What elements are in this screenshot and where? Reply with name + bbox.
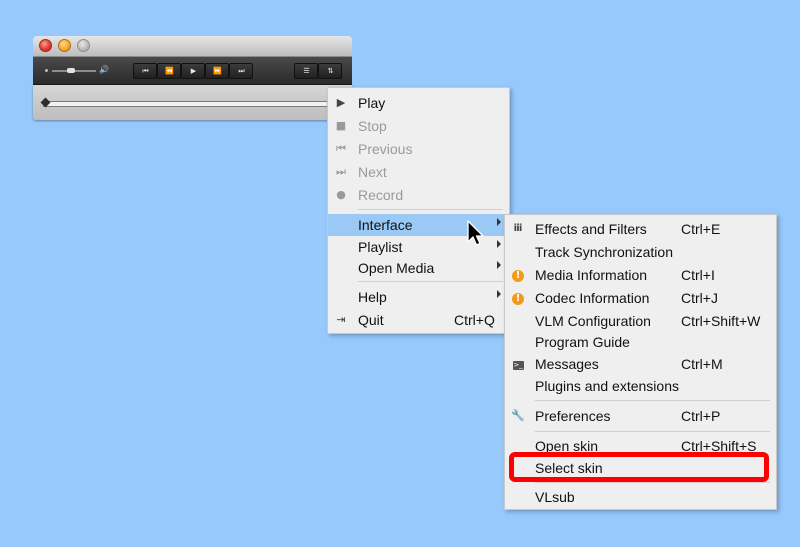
menu-item-messages[interactable]: >_ Messages Ctrl+M [505,353,776,375]
seek-area [33,85,352,120]
menu-item-shortcut: Ctrl+E [681,221,721,237]
volume-max-icon: 🔊 [99,65,109,74]
menu-separator [535,482,770,483]
menu-separator [535,400,770,401]
menu-item-shortcut: Ctrl+P [681,408,721,424]
player-window: 🔊 ⏮ ⏪ ▶ ⏩ ⏭ ☰ ⇅ [33,36,352,120]
submenu-arrow-icon [497,240,501,248]
menu-item-effects-and-filters[interactable]: ⅲ Effects and Filters Ctrl+E [505,218,776,240]
menu-item-shortcut: Ctrl+J [681,290,718,306]
menu-item-label: Record [358,187,404,203]
quit-icon: ⇥ [336,313,346,326]
menu-item-help[interactable]: Help [328,286,509,308]
volume-min-icon [45,69,48,72]
menu-item-label: Next [358,164,387,180]
menu-item-shortcut: Ctrl+I [681,267,715,283]
menu-item-plugins-and-extensions[interactable]: Plugins and extensions [505,375,776,397]
player-toolbar: 🔊 ⏮ ⏪ ▶ ⏩ ⏭ ☰ ⇅ [33,57,352,85]
menu-item-shortcut: Ctrl+M [681,356,723,372]
record-icon: ● [336,188,346,201]
menu-item-previous[interactable]: ⏮ Previous [328,138,509,160]
menu-item-play[interactable]: ▶ Play [328,92,509,114]
submenu-arrow-icon [497,218,501,226]
rewind-button[interactable]: ⏪ [157,63,181,79]
menu-item-label: Quit [358,312,384,328]
menu-item-quit[interactable]: ⇥ Quit Ctrl+Q [328,309,509,331]
menu-item-open-media[interactable]: Open Media [328,257,509,279]
menu-item-label: Track Synchronization [535,244,673,260]
menu-item-label: Play [358,95,386,111]
next-track-button[interactable]: ⏭ [229,63,253,79]
minimize-window-button[interactable] [58,39,71,52]
terminal-icon: >_ [512,361,524,370]
stop-icon: ■ [335,119,347,132]
zoom-window-button[interactable] [77,39,90,52]
close-window-button[interactable] [39,39,52,52]
menu-item-vlsub[interactable]: VLsub [505,486,776,508]
menu-item-label: Playlist [358,239,403,255]
menu-item-track-synchronization[interactable]: Track Synchronization [505,241,776,263]
menu-item-label: Stop [358,118,387,134]
menu-item-label: Effects and Filters [535,221,647,237]
menu-item-stop[interactable]: ■ Stop [328,115,509,137]
menu-item-shortcut: Ctrl+Shift+W [681,313,761,329]
context-menu: ▶ Play ■ Stop ⏮ Previous ⏭ Next ● Record… [327,87,510,334]
previous-track-button[interactable]: ⏮ [133,63,157,79]
submenu-arrow-icon [497,290,501,298]
menu-separator [358,281,503,282]
menu-item-shortcut: Ctrl+Q [454,312,495,328]
menu-item-label: Open Media [358,260,435,276]
menu-item-label: Media Information [535,267,648,283]
seek-bar[interactable] [43,101,335,107]
menu-item-label: VLsub [535,489,575,505]
info-icon: ! [511,267,525,283]
menu-item-preferences[interactable]: 🔧 Preferences Ctrl+P [505,405,776,427]
highlight-annotation-box [509,452,769,482]
previous-icon: ⏮ [336,142,346,155]
menu-item-codec-information[interactable]: ! Codec Information Ctrl+J [505,287,776,309]
play-icon: ▶ [336,96,346,109]
menu-item-vlm-configuration[interactable]: VLM Configuration Ctrl+Shift+W [505,310,776,332]
title-bar[interactable] [33,36,352,57]
menu-item-label: Interface [358,217,413,233]
menu-separator [535,431,770,432]
menu-item-label: Preferences [535,408,611,424]
menu-item-label: Program Guide [535,334,630,350]
equalizer-icon: ⅲ [513,223,523,234]
menu-item-label: VLM Configuration [535,313,651,329]
equalizer-toggle-button[interactable]: ⇅ [318,63,342,79]
info-icon: ! [511,290,525,306]
wrench-icon: 🔧 [511,409,525,422]
menu-separator [358,209,503,210]
menu-item-media-information[interactable]: ! Media Information Ctrl+I [505,264,776,286]
menu-item-label: Help [358,289,387,305]
menu-item-program-guide[interactable]: Program Guide [505,331,776,353]
mouse-pointer-icon [467,220,484,246]
menu-item-label: Previous [358,141,413,157]
volume-knob[interactable] [67,68,75,73]
submenu-arrow-icon [497,261,501,269]
fast-forward-button[interactable]: ⏩ [205,63,229,79]
menu-item-record[interactable]: ● Record [328,184,509,206]
next-icon: ⏭ [336,165,346,178]
playlist-toggle-button[interactable]: ☰ [294,63,318,79]
menu-item-label: Plugins and extensions [535,378,679,394]
menu-item-next[interactable]: ⏭ Next [328,161,509,183]
play-button[interactable]: ▶ [181,63,205,79]
menu-item-label: Messages [535,356,599,372]
menu-item-label: Codec Information [535,290,650,306]
